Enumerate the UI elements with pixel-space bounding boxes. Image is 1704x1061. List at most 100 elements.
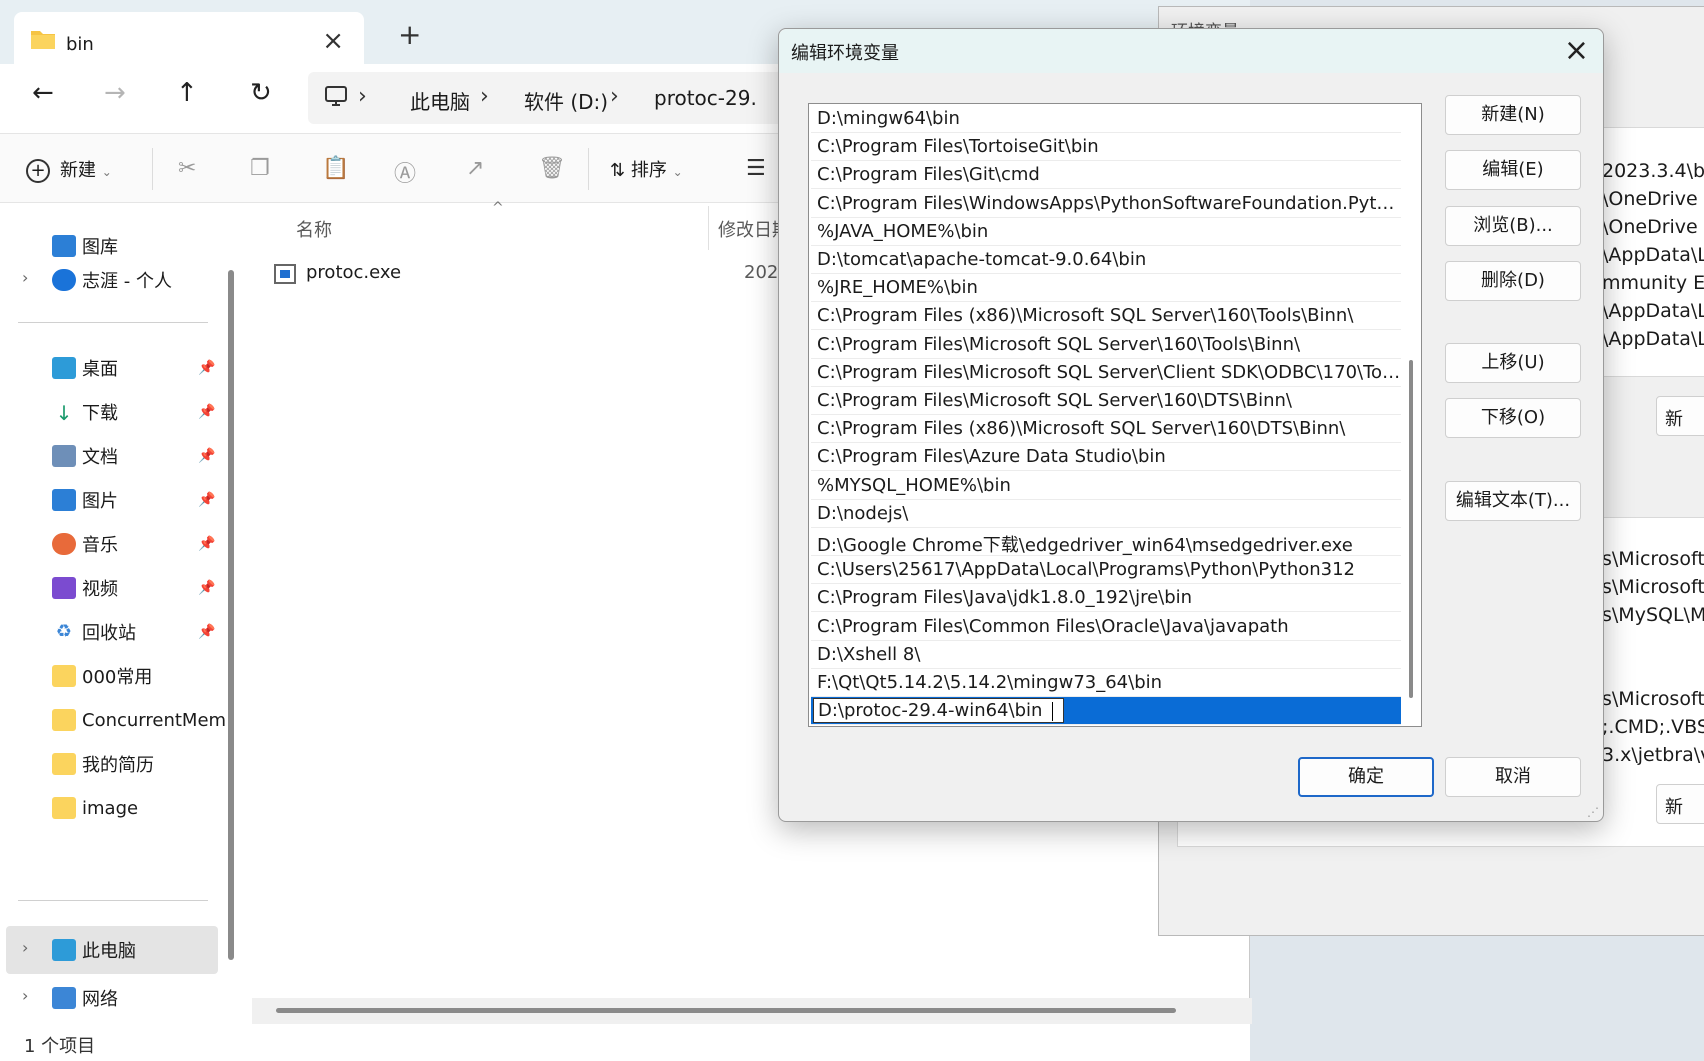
pin-icon[interactable]: 📌 (198, 448, 215, 464)
path-row[interactable]: %JRE_HOME%\bin (811, 274, 1401, 303)
sidebar-item-label: 志涯 - 个人 (82, 271, 172, 292)
new-button[interactable]: 新建(N) (1445, 95, 1581, 135)
sidebar-item-label: 下载 (82, 403, 118, 424)
path-row[interactable]: C:\Program Files\Java\jdk1.8.0_192\jre\b… (811, 584, 1401, 613)
close-tab-icon[interactable]: × (322, 26, 344, 56)
sidebar-item-label: ConcurrentMem (82, 709, 227, 731)
path-row[interactable]: D:\Xshell 8\ (811, 641, 1401, 669)
env-value: 2023.3.4\bin (1602, 160, 1704, 182)
path-row[interactable]: %JAVA_HOME%\bin (811, 218, 1401, 246)
chevron-right-icon[interactable]: › (22, 268, 28, 287)
sidebar-item-label: 文档 (82, 447, 118, 468)
path-row[interactable]: C:\Program Files\Microsoft SQL Server\16… (811, 387, 1401, 415)
pin-icon[interactable]: 📌 (198, 536, 215, 552)
sidebar-item-onedrive[interactable]: 志涯 - 个人 (52, 262, 228, 298)
path-row[interactable]: D:\mingw64\bin (811, 105, 1401, 133)
pin-icon[interactable]: 📌 (198, 492, 215, 508)
pin-icon[interactable]: 📌 (198, 404, 215, 420)
env-new-button[interactable]: 新 (1656, 784, 1704, 824)
breadcrumb-this-pc[interactable]: 此电脑 (410, 86, 470, 115)
view-icon[interactable]: ☰ (746, 156, 766, 181)
list-scrollbar[interactable] (1409, 360, 1413, 698)
download-icon: ↓ (55, 401, 73, 425)
sidebar-item-label: 图库 (82, 237, 118, 258)
desktop-icon (52, 357, 76, 379)
path-row[interactable]: C:\Program Files\Microsoft SQL Server\Cl… (811, 359, 1401, 387)
sidebar-folder-image[interactable]: image (52, 790, 228, 826)
browse-button[interactable]: 浏览(B)... (1445, 206, 1581, 246)
sidebar-item-gallery[interactable]: 图库 (52, 228, 228, 264)
move-down-button[interactable]: 下移(O) (1445, 398, 1581, 438)
edit-text-button[interactable]: 编辑文本(T)... (1445, 481, 1581, 521)
forward-arrow-icon[interactable]: → (104, 78, 126, 108)
path-row[interactable]: D:\tomcat\apache-tomcat-9.0.64\bin (811, 246, 1401, 274)
back-arrow-icon[interactable]: ← (32, 78, 54, 108)
computer-icon (325, 86, 347, 106)
path-row[interactable]: %MYSQL_HOME%\bin (811, 472, 1401, 500)
path-row-editing[interactable]: D:\protoc-29.4-win64\bin (811, 697, 1401, 726)
pin-icon[interactable]: 📌 (198, 580, 215, 596)
close-icon[interactable]: × (1564, 33, 1589, 68)
copy-icon[interactable]: ❐ (250, 156, 270, 181)
cut-icon[interactable]: ✂ (178, 156, 196, 181)
network-icon (52, 987, 76, 1009)
path-row[interactable]: C:\Users\25617\AppData\Local\Programs\Py… (811, 556, 1401, 585)
path-row[interactable]: D:\nodejs\ (811, 500, 1401, 528)
ok-button[interactable]: 确定 (1298, 757, 1434, 797)
sidebar-folder-000[interactable]: 000常用 (52, 658, 228, 694)
chevron-right-icon[interactable]: › (22, 938, 28, 957)
status-bar: 1 个项目 (0, 1024, 1250, 1061)
sidebar-item-this-pc[interactable]: 此电脑 (52, 932, 228, 968)
new-button[interactable]: + 新建 ⌄ (26, 156, 112, 183)
sort-button[interactable]: ⇅ 排序 ⌄ (610, 156, 683, 182)
sort-icon: ⇅ (610, 160, 626, 181)
env-new-label: 新 (1665, 409, 1683, 430)
path-row[interactable]: C:\Program Files\Git\cmd (811, 161, 1401, 190)
path-row[interactable]: C:\Program Files\Microsoft SQL Server\16… (811, 331, 1401, 359)
paste-icon[interactable]: 📋 (322, 156, 349, 181)
chevron-right-icon[interactable]: › (22, 986, 28, 1005)
sidebar-folder-concurrentmem[interactable]: ConcurrentMem (52, 702, 228, 738)
env-value: 3.x\jetbra\v (1602, 744, 1704, 766)
sidebar-item-network[interactable]: 网络 (52, 980, 228, 1016)
horizontal-scrollbar[interactable] (276, 1008, 1176, 1013)
env-value: ;.CMD;.VBS;. (1602, 716, 1704, 738)
pin-icon[interactable]: 📌 (198, 624, 215, 640)
path-edit-input[interactable]: D:\protoc-29.4-win64\bin (813, 698, 1065, 724)
path-row[interactable]: C:\Program Files\WindowsApps\PythonSoftw… (811, 190, 1401, 218)
pin-icon[interactable]: 📌 (198, 360, 215, 376)
rename-icon[interactable]: Ⓐ (394, 156, 416, 188)
computer-icon (52, 939, 76, 961)
move-up-button[interactable]: 上移(U) (1445, 343, 1581, 383)
cancel-button[interactable]: 取消 (1445, 757, 1581, 797)
edit-button[interactable]: 编辑(E) (1445, 150, 1581, 190)
chevron-right-icon: › (358, 84, 367, 109)
path-row[interactable]: C:\Program Files\Common Files\Oracle\Jav… (811, 613, 1401, 641)
breadcrumb-protoc[interactable]: protoc-29. (654, 86, 757, 110)
delete-button[interactable]: 删除(D) (1445, 261, 1581, 301)
new-tab-button[interactable]: + (398, 18, 421, 51)
path-row[interactable]: D:\Google Chrome下载\edgedriver_win64\msed… (811, 528, 1401, 556)
refresh-icon[interactable]: ↻ (250, 78, 272, 108)
env-new-label: 新 (1665, 797, 1683, 818)
column-divider[interactable] (708, 206, 709, 250)
column-header-name[interactable]: 名称 (296, 216, 332, 242)
path-row[interactable]: C:\Program Files\TortoiseGit\bin (811, 133, 1401, 162)
cloud-icon (52, 269, 76, 291)
path-row[interactable]: F:\Qt\Qt5.14.2\5.14.2\mingw73_64\bin (811, 669, 1401, 697)
sidebar-scrollbar[interactable] (228, 270, 234, 960)
breadcrumb-drive-d[interactable]: 软件 (D:) (524, 86, 608, 115)
sidebar-item-label: 我的简历 (82, 755, 154, 776)
env-new-button[interactable]: 新 (1656, 396, 1704, 436)
resize-grip-icon[interactable]: ⋰ (1587, 805, 1599, 819)
sidebar-folder-resume[interactable]: 我的简历 (52, 746, 228, 782)
path-row[interactable]: C:\Program Files (x86)\Microsoft SQL Ser… (811, 415, 1401, 444)
folder-icon (52, 753, 76, 775)
path-row[interactable]: C:\Program Files\Azure Data Studio\bin (811, 443, 1401, 472)
path-row[interactable]: C:\Program Files (x86)\Microsoft SQL Ser… (811, 302, 1401, 331)
up-arrow-icon[interactable]: ↑ (176, 78, 198, 108)
tab-bin[interactable]: bin × (14, 12, 364, 68)
file-name: protoc.exe (306, 262, 402, 283)
delete-icon[interactable]: 🗑 (538, 156, 566, 181)
share-icon[interactable]: ↗ (466, 156, 484, 181)
